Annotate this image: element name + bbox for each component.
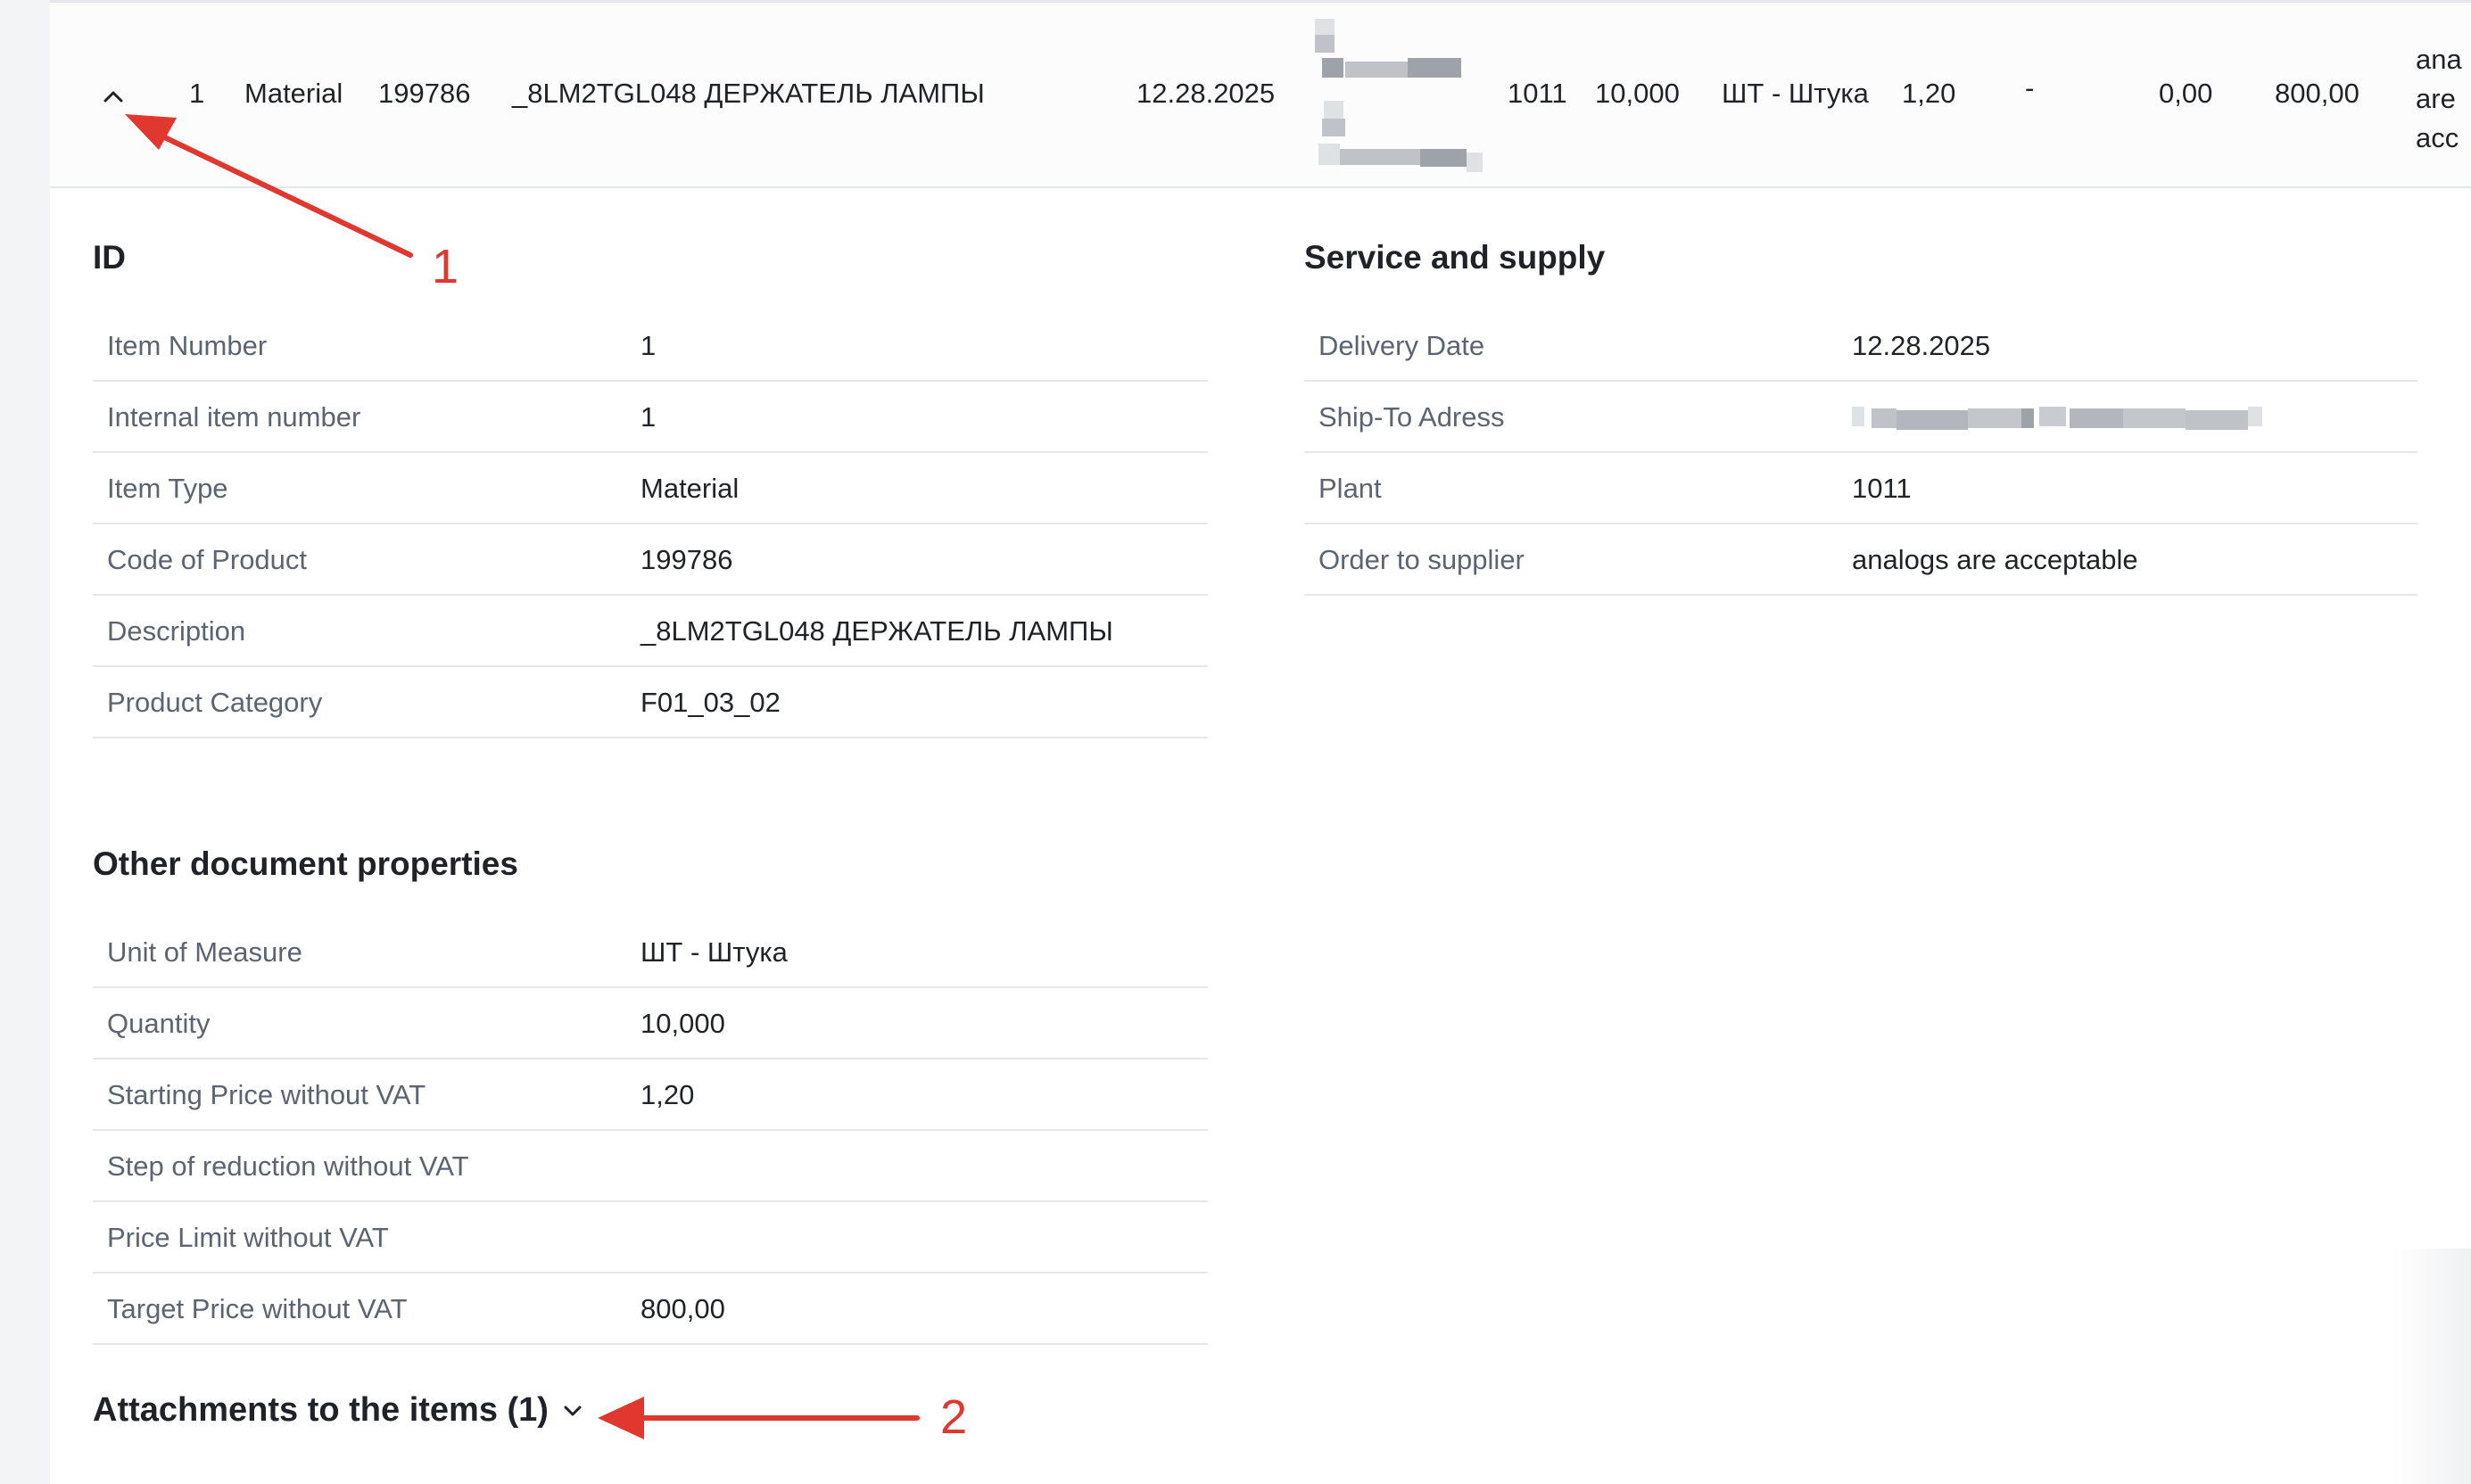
- id-table: Item Number 1 Internal item number 1 Item Ty…: [93, 310, 1208, 738]
- other-field-label: Price Limit without VAT: [107, 1222, 389, 1253]
- id-field-value: 1: [640, 401, 657, 433]
- other-field-label: Target Price without VAT: [107, 1293, 408, 1324]
- item-details-panel: 1 Material 199786 _8LM2TGL048 ДЕРЖАТЕЛЬ …: [50, 0, 2471, 1484]
- blurred-address: [1306, 19, 1484, 179]
- id-field-row: Internal item number 1: [93, 382, 1208, 453]
- other-field-value: 1,20: [640, 1079, 695, 1110]
- other-section-title: Other document properties: [93, 845, 518, 882]
- other-field-row: Price Limit without VAT: [93, 1202, 1208, 1274]
- service-field-label: Plant: [1318, 473, 1382, 504]
- id-field-value: Material: [640, 473, 740, 504]
- id-field-label: Item Type: [107, 473, 228, 504]
- id-field-label: Internal item number: [107, 401, 361, 433]
- id-field-row: Item Number 1: [93, 310, 1208, 382]
- service-field-row: Plant 1011: [1304, 453, 2417, 524]
- service-field-row: Ship-To Adress: [1304, 382, 2417, 453]
- row-product-code: 199786: [378, 78, 471, 109]
- other-field-label: Step of reduction without VAT: [107, 1150, 469, 1182]
- service-field-label: Delivery Date: [1318, 330, 1485, 361]
- row-plant: 1011: [1508, 78, 1567, 109]
- edge-shadow: [2391, 1249, 2471, 1484]
- id-field-label: Code of Product: [107, 544, 308, 575]
- row-quantity: 10,000: [1595, 78, 1680, 109]
- row-price-limit: 0,00: [2159, 78, 2213, 109]
- other-field-row: Unit of Measure ШТ - Штука: [93, 917, 1208, 988]
- id-field-row: Product Category F01_03_02: [93, 667, 1208, 738]
- annotation-marker-1: 1: [432, 240, 459, 293]
- other-field-value: 10,000: [640, 1008, 725, 1039]
- service-field-label: Ship-To Adress: [1318, 401, 1505, 433]
- id-field-label: Description: [107, 615, 246, 647]
- row-comment-truncated: ana are acc: [2416, 44, 2462, 153]
- service-section-title: Service and supply: [1304, 239, 1606, 276]
- id-field-row: Description _8LM2TGL048 ДЕРЖАТЕЛЬ ЛАМПЫ: [93, 596, 1208, 667]
- table-row-expanded[interactable]: 1 Material 199786 _8LM2TGL048 ДЕРЖАТЕЛЬ …: [50, 3, 2471, 188]
- attachments-label: Attachments to the items (1): [93, 1391, 549, 1429]
- other-field-row: Quantity 10,000: [93, 988, 1208, 1059]
- id-field-value: F01_03_02: [640, 687, 781, 718]
- service-field-row: Delivery Date 12.28.2025: [1304, 310, 2417, 382]
- annotation-marker-2: 2: [940, 1390, 968, 1444]
- other-field-row: Step of reduction without VAT: [93, 1131, 1208, 1202]
- row-description: _8LM2TGL048 ДЕРЖАТЕЛЬ ЛАМПЫ: [512, 78, 985, 109]
- row-target-price: 800,00: [2275, 78, 2359, 109]
- row-starting-price: 1,20: [1902, 78, 1956, 109]
- other-field-row: Target Price without VAT 800,00: [93, 1274, 1208, 1345]
- attachments-toggle[interactable]: Attachments to the items (1): [93, 1391, 584, 1430]
- other-field-value: 800,00: [640, 1293, 725, 1324]
- service-field-label: Order to supplier: [1318, 544, 1525, 575]
- service-field-row: Order to supplier analogs are acceptable: [1304, 524, 2417, 596]
- chevron-up-icon[interactable]: [102, 85, 125, 108]
- id-field-value: 1: [640, 330, 657, 361]
- service-table: Delivery Date 12.28.2025 Ship-To Adress Pla…: [1304, 310, 2417, 596]
- chevron-down-icon: [564, 1406, 582, 1415]
- id-field-value: 199786: [640, 544, 733, 575]
- service-field-value: 12.28.2025: [1852, 330, 1991, 361]
- id-field-label: Item Number: [107, 330, 268, 361]
- service-field-value: 1011: [1852, 473, 1912, 504]
- other-field-label: Unit of Measure: [107, 936, 302, 968]
- service-field-value: analogs are acceptable: [1852, 544, 2138, 575]
- id-field-row: Item Type Material: [93, 453, 1208, 524]
- other-field-label: Starting Price without VAT: [107, 1079, 426, 1110]
- id-field-value: _8LM2TGL048 ДЕРЖАТЕЛЬ ЛАМПЫ: [640, 615, 1113, 647]
- other-field-value: ШТ - Штука: [640, 936, 788, 968]
- other-table: Unit of Measure ШТ - Штука Quantity 10,000 S…: [93, 917, 1208, 1345]
- row-item-type: Material: [244, 78, 343, 109]
- row-unit: ШТ - Штука: [1722, 78, 1869, 109]
- blurred-ship-to-address: [1852, 407, 2262, 430]
- row-position: 1: [189, 78, 205, 109]
- row-step: -: [2025, 72, 2035, 103]
- other-field-label: Quantity: [107, 1008, 211, 1039]
- id-field-row: Code of Product 199786: [93, 524, 1208, 596]
- id-field-label: Product Category: [107, 687, 323, 718]
- id-section-title: ID: [93, 239, 126, 276]
- other-field-row: Starting Price without VAT 1,20: [93, 1059, 1208, 1131]
- row-delivery-date: 12.28.2025: [1136, 78, 1276, 109]
